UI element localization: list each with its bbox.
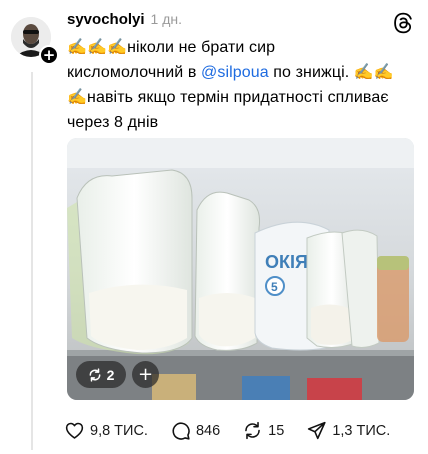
like-button[interactable]: 9,8 ТИС. <box>64 420 148 441</box>
repost-icon <box>245 421 261 440</box>
mention-link[interactable]: @silpoua <box>201 64 269 81</box>
follow-plus-icon[interactable]: + <box>39 45 59 65</box>
post-text-segment: кисломолочний в <box>67 64 201 81</box>
heart-icon <box>65 422 84 439</box>
post-text-segment: по знижці. ✍✍ <box>268 64 394 81</box>
share-count: 1,3 ТИС. <box>332 422 391 439</box>
repost-icon <box>89 367 101 382</box>
photo-count-button[interactable]: 2 <box>76 361 126 388</box>
post-text-line: ✍навіть якщо термін придатності спливає <box>67 89 389 106</box>
like-count: 9,8 ТИС. <box>90 422 148 439</box>
package-label: ОКІЯ <box>265 252 308 272</box>
action-bar: 9,8 ТИС. 846 15 1,3 ТИС. <box>64 420 412 441</box>
package-number: 5 <box>271 280 278 294</box>
username[interactable]: syvocholyi <box>67 11 145 28</box>
repost-count: 15 <box>268 422 285 439</box>
post-text-line: кисломолочний в @silpoua по знижці. ✍✍ <box>67 60 417 85</box>
post-text-line: ✍✍✍ніколи не брати сир <box>67 39 276 56</box>
add-photo-button[interactable]: + <box>132 361 159 388</box>
post-text: ✍✍✍ніколи не брати сир кисломолочний в @… <box>67 35 417 135</box>
comment-count: 846 <box>195 422 221 439</box>
post-photo[interactable]: ОКІЯ 5 <box>67 138 414 400</box>
threads-logo-icon <box>394 12 412 34</box>
comment-bubble-icon <box>172 422 190 440</box>
post-text-line: через 8 днів <box>67 114 159 131</box>
comment-button[interactable]: 846 <box>170 420 220 441</box>
post-header: syvocholyi 1 дн. <box>67 11 182 28</box>
share-button[interactable]: 1,3 ТИС. <box>306 420 390 441</box>
photo-count: 2 <box>106 366 115 383</box>
send-icon <box>308 421 326 440</box>
post-time: 1 дн. <box>150 11 183 27</box>
thread-line <box>31 72 33 450</box>
repost-button[interactable]: 15 <box>242 420 284 441</box>
